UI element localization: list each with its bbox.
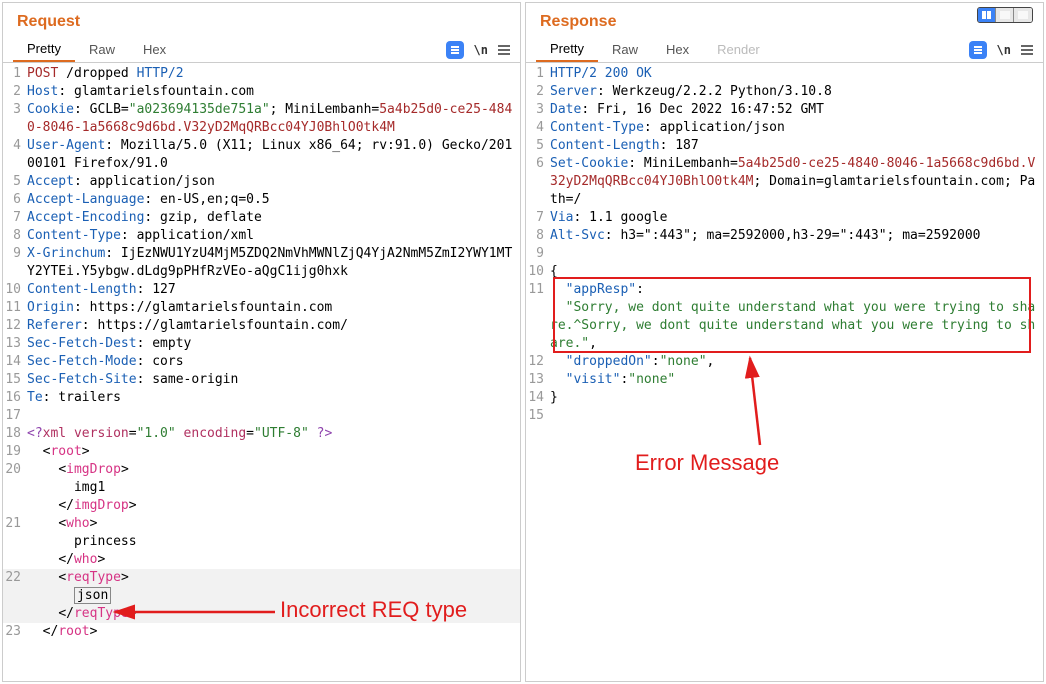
newline-icon[interactable]: \n — [997, 43, 1011, 57]
request-panel: Request Pretty Raw Hex \n 1POST /dropped… — [2, 2, 521, 682]
tab-pretty[interactable]: Pretty — [536, 37, 598, 62]
request-code[interactable]: 1POST /dropped HTTP/2 2Host: glamtariels… — [3, 63, 520, 681]
tab-pretty[interactable]: Pretty — [13, 37, 75, 62]
layout-top-icon[interactable] — [996, 8, 1014, 22]
response-panel: Response Pretty Raw Hex Render \n 1HTTP/… — [525, 2, 1044, 682]
hamburger-icon[interactable] — [1021, 45, 1033, 55]
tab-raw[interactable]: Raw — [598, 38, 652, 61]
actions-icon[interactable] — [969, 41, 987, 59]
incorrect-req-label: Incorrect REQ type — [280, 597, 467, 623]
layout-single-icon[interactable] — [1014, 8, 1032, 22]
hamburger-icon[interactable] — [498, 45, 510, 55]
layout-columns-icon[interactable] — [978, 8, 996, 22]
request-tabbar: Pretty Raw Hex \n — [3, 37, 520, 63]
error-message-label: Error Message — [635, 450, 779, 476]
response-code[interactable]: 1HTTP/2 200 OK 2Server: Werkzeug/2.2.2 P… — [526, 63, 1043, 681]
actions-icon[interactable] — [446, 41, 464, 59]
tab-hex[interactable]: Hex — [652, 38, 703, 61]
layout-toggle-group — [977, 7, 1033, 23]
response-tabbar: Pretty Raw Hex Render \n — [526, 37, 1043, 63]
tab-render[interactable]: Render — [703, 38, 774, 61]
request-title: Request — [3, 3, 520, 37]
newline-icon[interactable]: \n — [474, 43, 488, 57]
tab-raw[interactable]: Raw — [75, 38, 129, 61]
json-value-box: json — [74, 587, 111, 604]
response-title: Response — [526, 3, 1043, 37]
tab-hex[interactable]: Hex — [129, 38, 180, 61]
